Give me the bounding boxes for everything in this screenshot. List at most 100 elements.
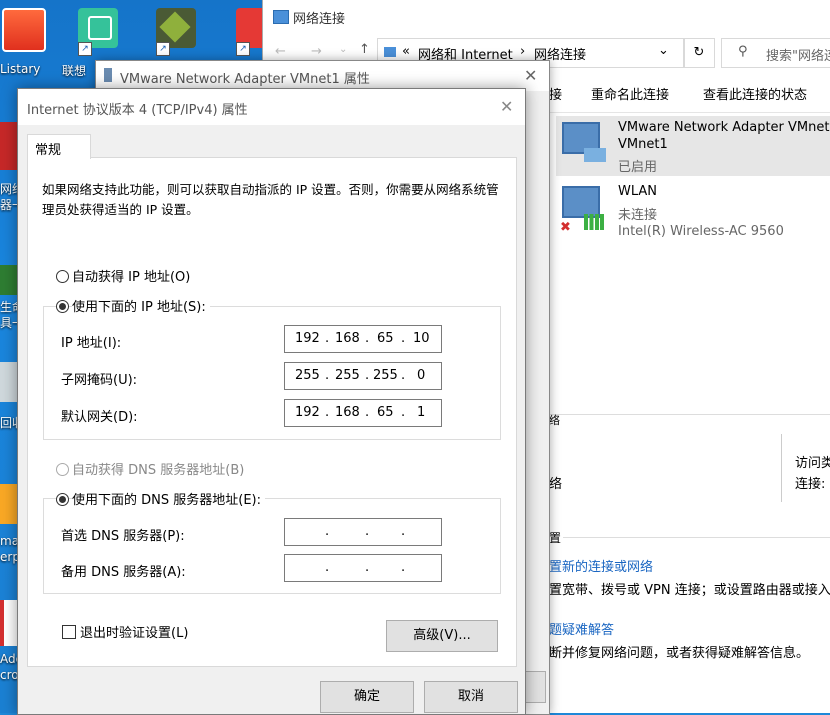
tab-general[interactable]: 常规 — [27, 134, 91, 159]
ip-octet: 255 — [335, 368, 360, 383]
refresh-button[interactable]: ↻ — [683, 38, 715, 68]
general-tab-panel: 如果网络支持此功能，则可以获取自动指派的 IP 设置。否则，你需要从网络系统管理… — [27, 157, 517, 667]
access-type-label: 访问类 — [795, 456, 830, 471]
vm-dialog-title: VMware Network Adapter VMnet1 属性 — [120, 72, 370, 87]
ipv4-properties-dialog: Internet 协议版本 4 (TCP/IPv4) 属性 ✕ 常规 如果网络支… — [17, 88, 526, 715]
advanced-button[interactable]: 高级(V)... — [386, 620, 498, 652]
divider — [549, 414, 830, 415]
ipv4-dialog-title: Internet 协议版本 4 (TCP/IPv4) 属性 — [27, 103, 248, 118]
octet-dot: . — [401, 560, 406, 575]
auto-ip-radio[interactable] — [56, 270, 69, 283]
connections-label: 连接: — [795, 477, 826, 492]
ip-octet: 65 — [377, 405, 394, 420]
default-gateway-input[interactable]: 192 . 168 . 65 . 1 — [284, 399, 442, 427]
ip-octet: 1 — [417, 405, 426, 420]
disconnected-x-icon: ✖ — [560, 220, 571, 235]
setup-new-connection-link[interactable]: 置新的连接或网络 — [549, 556, 653, 575]
auto-ip-label: 自动获得 IP 地址(O) — [72, 270, 191, 285]
ip-octet: 255 — [295, 368, 320, 383]
connection-status: 已启用 — [618, 160, 658, 175]
octet-dot: . — [365, 560, 370, 575]
octet-dot: . — [401, 524, 406, 539]
view-status-button[interactable]: 查看此连接的状态 — [703, 84, 807, 103]
back-arrow-icon[interactable]: ← — [275, 44, 286, 59]
address-dropdown-icon[interactable]: ⌄ — [658, 43, 669, 58]
recent-chevron-icon[interactable]: ⌄ — [339, 44, 347, 55]
preferred-dns-label: 首选 DNS 服务器(P): — [61, 529, 185, 544]
breadcrumb-overflow[interactable]: « — [402, 44, 410, 59]
rename-connection-button[interactable]: 重命名此连接 — [591, 84, 669, 103]
close-icon[interactable]: ✕ — [500, 97, 513, 116]
connection-name: WLAN — [618, 184, 658, 199]
shortcut-arrow-icon: ↗ — [236, 42, 250, 56]
toolbar-item-partial[interactable]: 接 — [549, 84, 562, 103]
alternate-dns-input[interactable]: . . . — [284, 554, 442, 582]
recycle-bin-icon[interactable] — [0, 362, 18, 402]
ip-octet: 192 — [295, 405, 320, 420]
network-folder-icon — [273, 10, 289, 24]
divider — [563, 537, 830, 538]
connection-item-vmnet1[interactable]: VMware Network Adapter VMnet1 VMnet1 已启用 — [556, 116, 830, 176]
network-cable-icon — [584, 148, 606, 162]
network-location-icon — [384, 47, 396, 57]
connection-device: Intel(R) Wireless-AC 9560 — [618, 224, 784, 239]
close-icon[interactable]: ✕ — [524, 66, 537, 85]
shortcut-arrow-icon: ↗ — [156, 42, 170, 56]
ok-button[interactable]: 确定 — [320, 681, 414, 713]
desktop-fragment: cro — [0, 668, 19, 682]
auto-dns-radio[interactable] — [56, 463, 69, 476]
octet-dot: . — [325, 560, 330, 575]
octet-dot: . — [401, 368, 406, 383]
ip-address-input[interactable]: 192 . 168 . 65 . 10 — [284, 325, 442, 353]
vertical-divider — [781, 434, 782, 502]
octet-dot: . — [401, 331, 406, 346]
ip-address-label: IP 地址(I): — [61, 336, 122, 351]
up-arrow-icon[interactable]: ↑ — [359, 42, 370, 57]
octet-dot: . — [325, 368, 330, 383]
alternate-dns-label: 备用 DNS 服务器(A): — [61, 565, 186, 580]
auto-dns-label: 自动获得 DNS 服务器地址(B) — [72, 463, 245, 478]
search-field[interactable]: ⚲ 搜索"网络连 — [721, 38, 830, 68]
setup-connection-description: 置宽带、拨号或 VPN 连接；或设置路由器或接入 — [549, 583, 830, 598]
desktop-icon-partial[interactable] — [0, 265, 18, 295]
validate-on-exit-checkbox[interactable] — [62, 625, 76, 639]
ip-settings-description: 如果网络支持此功能，则可以获取自动指派的 IP 设置。否则，你需要从网络系统管理… — [42, 182, 499, 217]
listary-label: Listary — [0, 62, 41, 76]
octet-dot: . — [365, 405, 370, 420]
forward-arrow-icon[interactable]: → — [311, 44, 322, 59]
manual-ip-label: 使用下面的 IP 地址(S): — [72, 296, 210, 315]
preferred-dns-input[interactable]: . . . — [284, 518, 442, 546]
connection-name: VMware Network Adapter VMnet1 — [618, 120, 830, 135]
listary-icon[interactable] — [2, 8, 46, 52]
octet-dot: . — [365, 331, 370, 346]
shortcut-arrow-icon: ↗ — [78, 42, 92, 56]
section-heading-fragment: 置 — [549, 531, 562, 545]
connection-item-wlan[interactable]: ✖ WLAN 未连接 Intel(R) Wireless-AC 9560 — [556, 180, 830, 242]
validate-on-exit-label: 退出时验证设置(L) — [80, 626, 189, 641]
manual-dns-radio[interactable] — [56, 493, 69, 506]
ip-octet: 255 — [373, 368, 398, 383]
octet-dot: . — [325, 405, 330, 420]
default-gateway-label: 默认网关(D): — [61, 410, 138, 425]
subnet-mask-label: 子网掩码(U): — [61, 373, 138, 388]
desktop-icon-partial[interactable] — [0, 484, 18, 524]
explorer-titlebar: 网络连接 — [263, 0, 830, 34]
manual-dns-label: 使用下面的 DNS 服务器地址(E): — [72, 489, 265, 508]
octet-dot: . — [325, 524, 330, 539]
ip-octet: 168 — [335, 331, 360, 346]
octet-dot: . — [365, 368, 370, 383]
octet-dot: . — [325, 331, 330, 346]
troubleshoot-link[interactable]: 题疑难解答 — [549, 619, 614, 638]
subnet-mask-input[interactable]: 255 . 255 . 255 . 0 — [284, 362, 442, 390]
ip-octet: 10 — [413, 331, 430, 346]
connection-name-line2: VMnet1 — [618, 137, 668, 152]
manual-ip-radio[interactable] — [56, 300, 69, 313]
troubleshoot-description: 断并修复网络问题，或者获得疑难解答信息。 — [549, 646, 810, 661]
lenovo-store-label: 联想 — [62, 64, 87, 78]
search-placeholder: 搜索"网络连 — [766, 49, 830, 64]
desktop-icon-partial[interactable] — [0, 122, 18, 170]
breadcrumb-separator: › — [520, 44, 526, 59]
dialog-titlebar: Internet 协议版本 4 (TCP/IPv4) 属性 ✕ — [18, 89, 525, 125]
wifi-signal-icon — [584, 214, 604, 230]
cancel-button[interactable]: 取消 — [424, 681, 518, 713]
